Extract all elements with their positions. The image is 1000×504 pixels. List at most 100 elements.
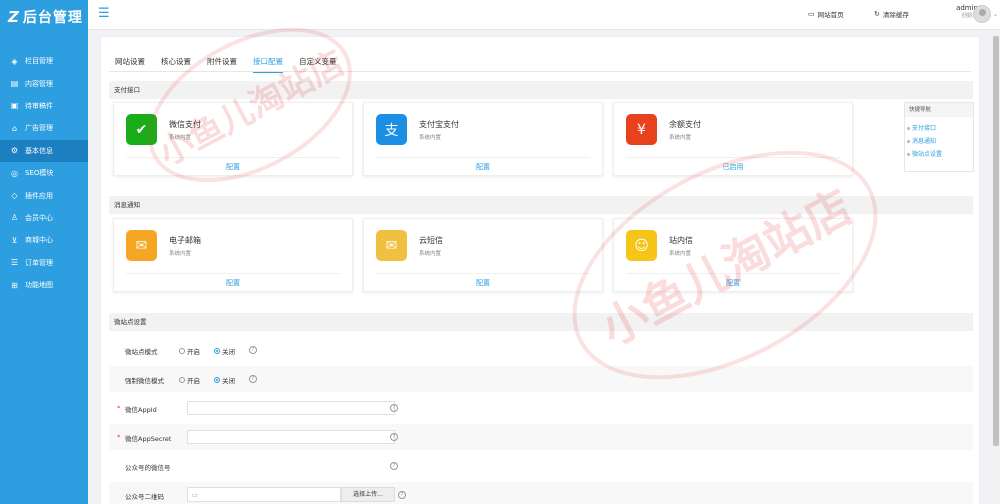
radio-on-label: 开启 <box>187 377 200 385</box>
main-panel: 网站设置 核心设置 附件设置 接口配置 自定义变量 支付接口 ✔ 微信支付 系统内置 配置支支… <box>100 36 980 504</box>
force-wechat-row: 强制微信模式 开启 关闭 ? <box>109 366 973 392</box>
help-icon[interactable]: ? <box>390 433 398 441</box>
force-wechat-off-radio[interactable]: 关闭 <box>214 375 235 385</box>
integration-card: 支 支付宝支付 系统内置 配置 <box>363 102 603 176</box>
sidebar-item-1[interactable]: ▤ 内容管理 <box>0 72 88 94</box>
sidebar: Z 后台管理 ◈ 栏目管理 ▤ 内容管理 ▣ 待审稿件 ⌂ 广告管理 ⚙ 基本信息 ◎ SEO模块 ◇ 插… <box>0 0 88 504</box>
help-icon[interactable]: ? <box>398 491 406 499</box>
appid-input[interactable] <box>187 401 395 415</box>
app-logo[interactable]: Z 后台管理 <box>0 0 88 34</box>
tab-3[interactable]: 接口配置 <box>253 52 283 73</box>
card-action-link[interactable]: 配置 <box>364 278 602 288</box>
card-desc: 系统内置 <box>419 251 442 257</box>
tab-divider <box>109 71 971 72</box>
radio-on-label: 开启 <box>187 348 200 356</box>
sidebar-item-7[interactable]: ♙ 会员中心 <box>0 207 88 229</box>
account-row: 公众号的微信号 ? <box>109 453 973 479</box>
sidebar-item-6[interactable]: ◇ 插件应用 <box>0 184 88 206</box>
tab-4[interactable]: 自定义变量 <box>299 52 337 73</box>
help-icon[interactable]: ? <box>390 404 398 412</box>
refresh-icon: ↻ <box>874 10 880 18</box>
plugin-icon: ◇ <box>11 191 18 201</box>
card-action-link[interactable]: 配置 <box>114 162 352 172</box>
section-payment: 支付接口 <box>109 81 973 99</box>
clear-cache-label: 清除缓存 <box>882 11 909 19</box>
sidebar-item-label: 内容管理 <box>25 79 53 88</box>
card-desc: 系统内置 <box>169 135 192 141</box>
seo-icon: ◎ <box>11 168 18 178</box>
help-icon[interactable]: ? <box>249 346 257 354</box>
scrollbar-thumb[interactable] <box>993 36 999 446</box>
radio-off-label: 关闭 <box>222 348 235 356</box>
sidebar-item-3[interactable]: ⌂ 广告管理 <box>0 117 88 139</box>
sidebar-item-label: 广告管理 <box>25 124 53 133</box>
card-action-link[interactable]: 配置 <box>114 278 352 288</box>
ad-icon: ⌂ <box>11 123 18 133</box>
integration-card: ¥ 余额支付系统内置已启用 <box>613 102 853 176</box>
micro-mode-row: 微站点模式 开启 关闭 ? <box>109 337 973 363</box>
appid-row: * 微信AppId ? <box>109 395 973 421</box>
sidebar-item-9[interactable]: ☰ 订单管理 <box>0 252 88 274</box>
card-name: 站内信 <box>669 236 693 245</box>
tab-1[interactable]: 核心设置 <box>161 52 191 73</box>
qrcode-input[interactable]: ▭ <box>187 487 341 502</box>
card-divider <box>626 273 840 274</box>
quick-nav-payment[interactable]: 支付接口 <box>905 122 973 135</box>
monitor-icon: ▭ <box>808 10 815 18</box>
quick-nav-micro[interactable]: 微站点设置 <box>905 148 973 161</box>
card-desc: 系统内置 <box>669 135 692 141</box>
upload-button[interactable]: 选择上传... <box>341 487 395 502</box>
sidebar-item-label: 订单管理 <box>25 258 53 267</box>
quick-nav-message[interactable]: 消息通知 <box>905 135 973 148</box>
sidebar-item-2[interactable]: ▣ 待审稿件 <box>0 95 88 117</box>
clear-cache-link[interactable]: ↻ 清除缓存 <box>874 9 909 19</box>
sidebar-item-label: 会员中心 <box>25 213 53 222</box>
sidebar-item-5[interactable]: ◎ SEO模块 <box>0 162 88 184</box>
avatar[interactable] <box>973 5 991 23</box>
sidebar-item-label: 栏目管理 <box>25 57 53 66</box>
menu-toggle-icon[interactable]: ☰ <box>98 7 110 20</box>
wechat-pay-icon: ✔ <box>126 114 157 145</box>
sidebar-item-label: SEO模块 <box>25 169 54 178</box>
sidebar-item-label: 功能地图 <box>25 281 53 290</box>
appsecret-row: * 微信AppSecret ? <box>109 424 973 450</box>
tab-2[interactable]: 附件设置 <box>207 52 237 73</box>
card-name: 余额支付 <box>669 120 701 129</box>
site-home-label: 网站首页 <box>817 11 844 19</box>
card-action-link[interactable]: 已启用 <box>614 162 852 172</box>
tab-0[interactable]: 网站设置 <box>115 52 145 73</box>
site-home-link[interactable]: ▭ 网站首页 <box>808 9 844 19</box>
order-icon: ☰ <box>10 258 19 268</box>
email-icon: ✉ <box>126 230 157 261</box>
review-icon: ▣ <box>10 101 19 111</box>
qrcode-label: 公众号二维码 <box>125 493 164 501</box>
card-name: 电子邮箱 <box>169 236 201 245</box>
card-action-link[interactable]: 配置 <box>614 278 852 288</box>
sidebar-nav: ◈ 栏目管理 ▤ 内容管理 ▣ 待审稿件 ⌂ 广告管理 ⚙ 基本信息 ◎ SEO模块 ◇ 插件应用 ♙ 会员中… <box>0 50 88 296</box>
cart-icon: ⊻ <box>11 235 18 245</box>
balance-pay-icon: ¥ <box>626 114 657 145</box>
appsecret-input[interactable] <box>187 430 395 444</box>
help-icon[interactable]: ? <box>390 462 398 470</box>
micro-mode-off-radio[interactable]: 关闭 <box>214 346 235 356</box>
micro-mode-on-radio[interactable]: 开启 <box>179 346 200 356</box>
required-mark: * <box>117 433 121 441</box>
sidebar-item-10[interactable]: ⊞ 功能地图 <box>0 274 88 296</box>
quick-nav: 快捷导航 支付接口 消息通知 微站点设置 <box>904 102 974 172</box>
integration-card: ✉ 云短信 系统内置 配置 <box>363 218 603 292</box>
image-icon: ▭ <box>192 492 198 499</box>
help-icon[interactable]: ? <box>249 375 257 383</box>
force-wechat-on-radio[interactable]: 开启 <box>179 375 200 385</box>
gear-icon: ⚙ <box>10 146 19 156</box>
scrollbar[interactable] <box>992 36 1000 504</box>
document-icon: ▤ <box>10 79 19 89</box>
force-wechat-label: 强制微信模式 <box>125 377 164 385</box>
sidebar-item-0[interactable]: ◈ 栏目管理 <box>0 50 88 72</box>
card-action-link[interactable]: 配置 <box>364 162 602 172</box>
sidebar-item-4[interactable]: ⚙ 基本信息 <box>0 139 88 162</box>
appsecret-label: 微信AppSecret <box>125 435 172 443</box>
chevron-down-icon[interactable]: ⌄ <box>993 11 998 18</box>
card-divider <box>126 273 340 274</box>
logo-mark: Z <box>8 8 20 26</box>
sidebar-item-8[interactable]: ⊻ 商城中心 <box>0 229 88 251</box>
